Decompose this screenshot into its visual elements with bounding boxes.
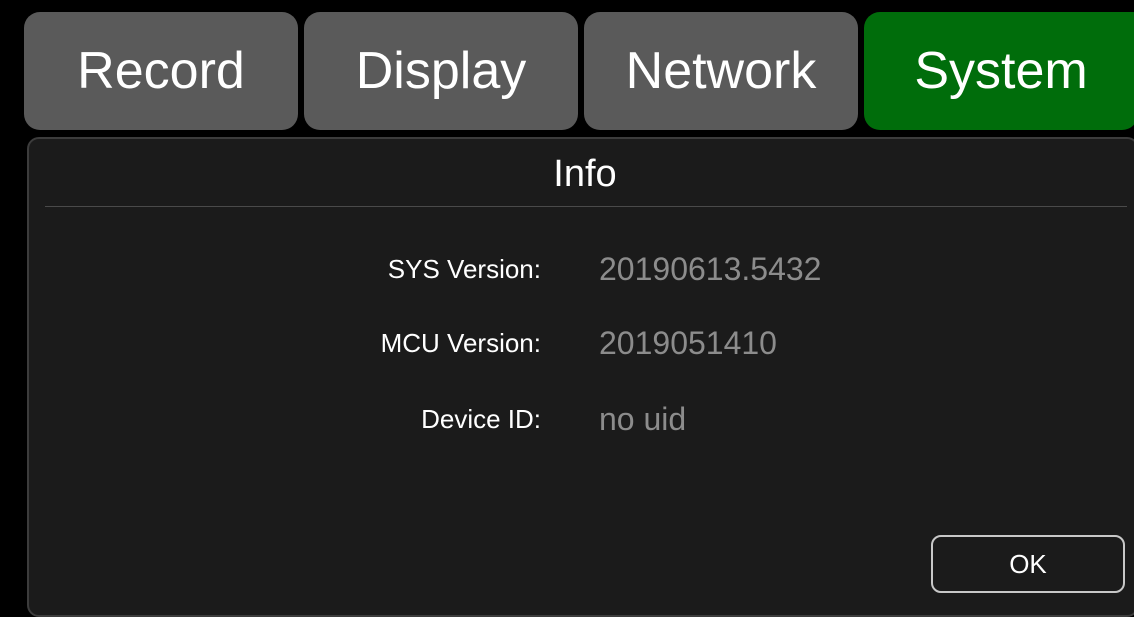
device-id-label: Device ID: <box>421 404 541 434</box>
sys-version-label: SYS Version: <box>387 254 541 284</box>
tab-system[interactable]: System <box>864 12 1134 130</box>
sys-version-value: 20190613.5432 <box>599 251 822 287</box>
tab-record[interactable]: Record <box>24 12 298 130</box>
tab-bar: Record Display Network System <box>24 12 1134 130</box>
device-id-value: no uid <box>599 401 687 437</box>
mcu-version-value: 2019051410 <box>599 325 777 361</box>
sys-version-row: SYS Version: 20190613.5432 <box>29 249 1134 289</box>
title-divider <box>45 206 1127 207</box>
mcu-version-label: MCU Version: <box>380 328 541 358</box>
info-panel: Info SYS Version: 20190613.5432 MCU Vers… <box>27 137 1134 617</box>
device-id-row: Device ID: no uid <box>29 399 1134 439</box>
tab-display[interactable]: Display <box>304 12 578 130</box>
tab-network[interactable]: Network <box>584 12 858 130</box>
ok-button[interactable]: OK <box>931 535 1125 593</box>
panel-title: Info <box>553 153 617 195</box>
mcu-version-row: MCU Version: 2019051410 <box>29 323 1134 363</box>
